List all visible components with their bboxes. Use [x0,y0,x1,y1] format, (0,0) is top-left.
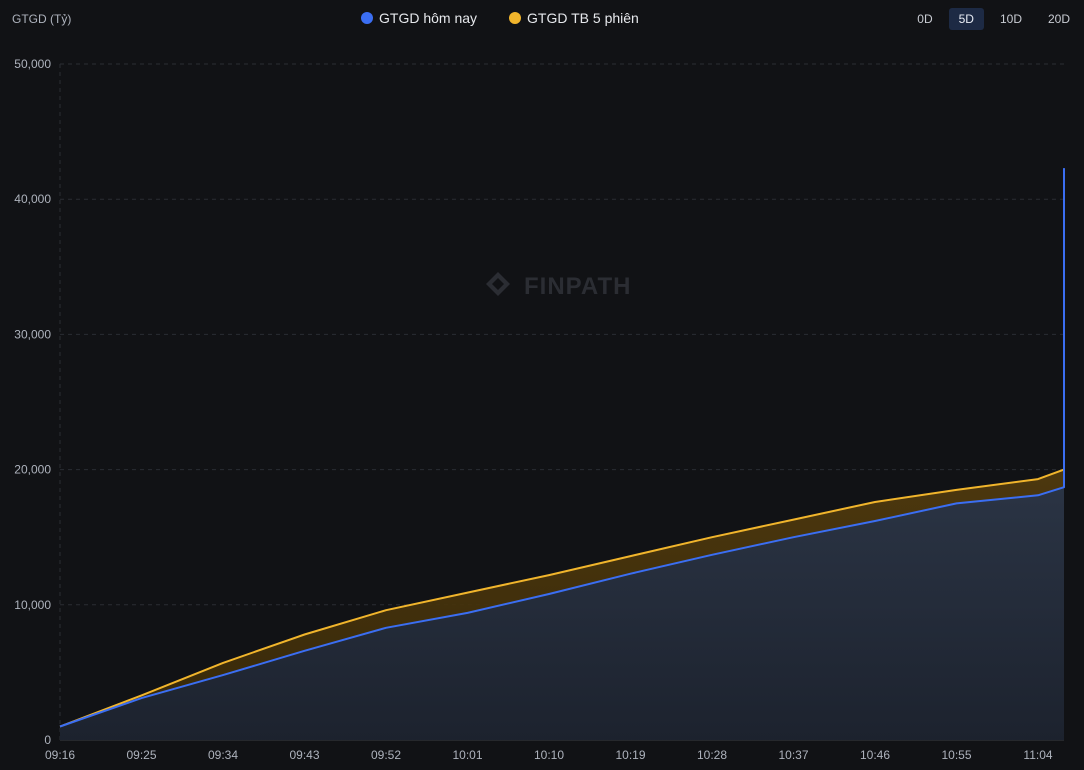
x-tick-label: 09:25 [126,748,156,762]
watermark-text: FINPATH [524,273,631,300]
y-tick-label: 0 [44,733,51,747]
series-layer [59,168,1065,741]
y-axis-ticks: 0 10,000 20,000 30,000 40,000 50,000 [14,57,51,747]
x-tick-label: 10:55 [941,748,971,762]
x-tick-label: 10:01 [452,748,482,762]
x-tick-label: 10:10 [534,748,564,762]
x-tick-label: 10:46 [860,748,890,762]
series-area-today [60,168,1064,741]
x-tick-label: 11:04 [1023,748,1052,762]
y-tick-label: 30,000 [14,327,51,341]
y-tick-label: 20,000 [14,463,51,477]
y-tick-label: 10,000 [14,598,51,612]
x-tick-label: 10:28 [697,748,727,762]
finpath-logo-icon [486,272,510,296]
x-tick-label: 09:16 [45,748,75,762]
y-tick-label: 50,000 [14,57,51,71]
x-tick-label: 09:34 [208,748,238,762]
x-tick-label: 09:43 [289,748,319,762]
watermark: FINPATH [486,272,631,300]
x-tick-label: 10:37 [778,748,808,762]
y-tick-label: 40,000 [14,192,51,206]
x-axis-ticks: 09:16 09:25 09:34 09:43 09:52 10:01 10:10 10:19… [45,748,1053,762]
x-tick-label: 10:19 [615,748,645,762]
x-tick-label: 09:52 [371,748,401,762]
chart-canvas: 010,00020,00030,00040,00050,000 09:16 09:… [14,57,1065,762]
